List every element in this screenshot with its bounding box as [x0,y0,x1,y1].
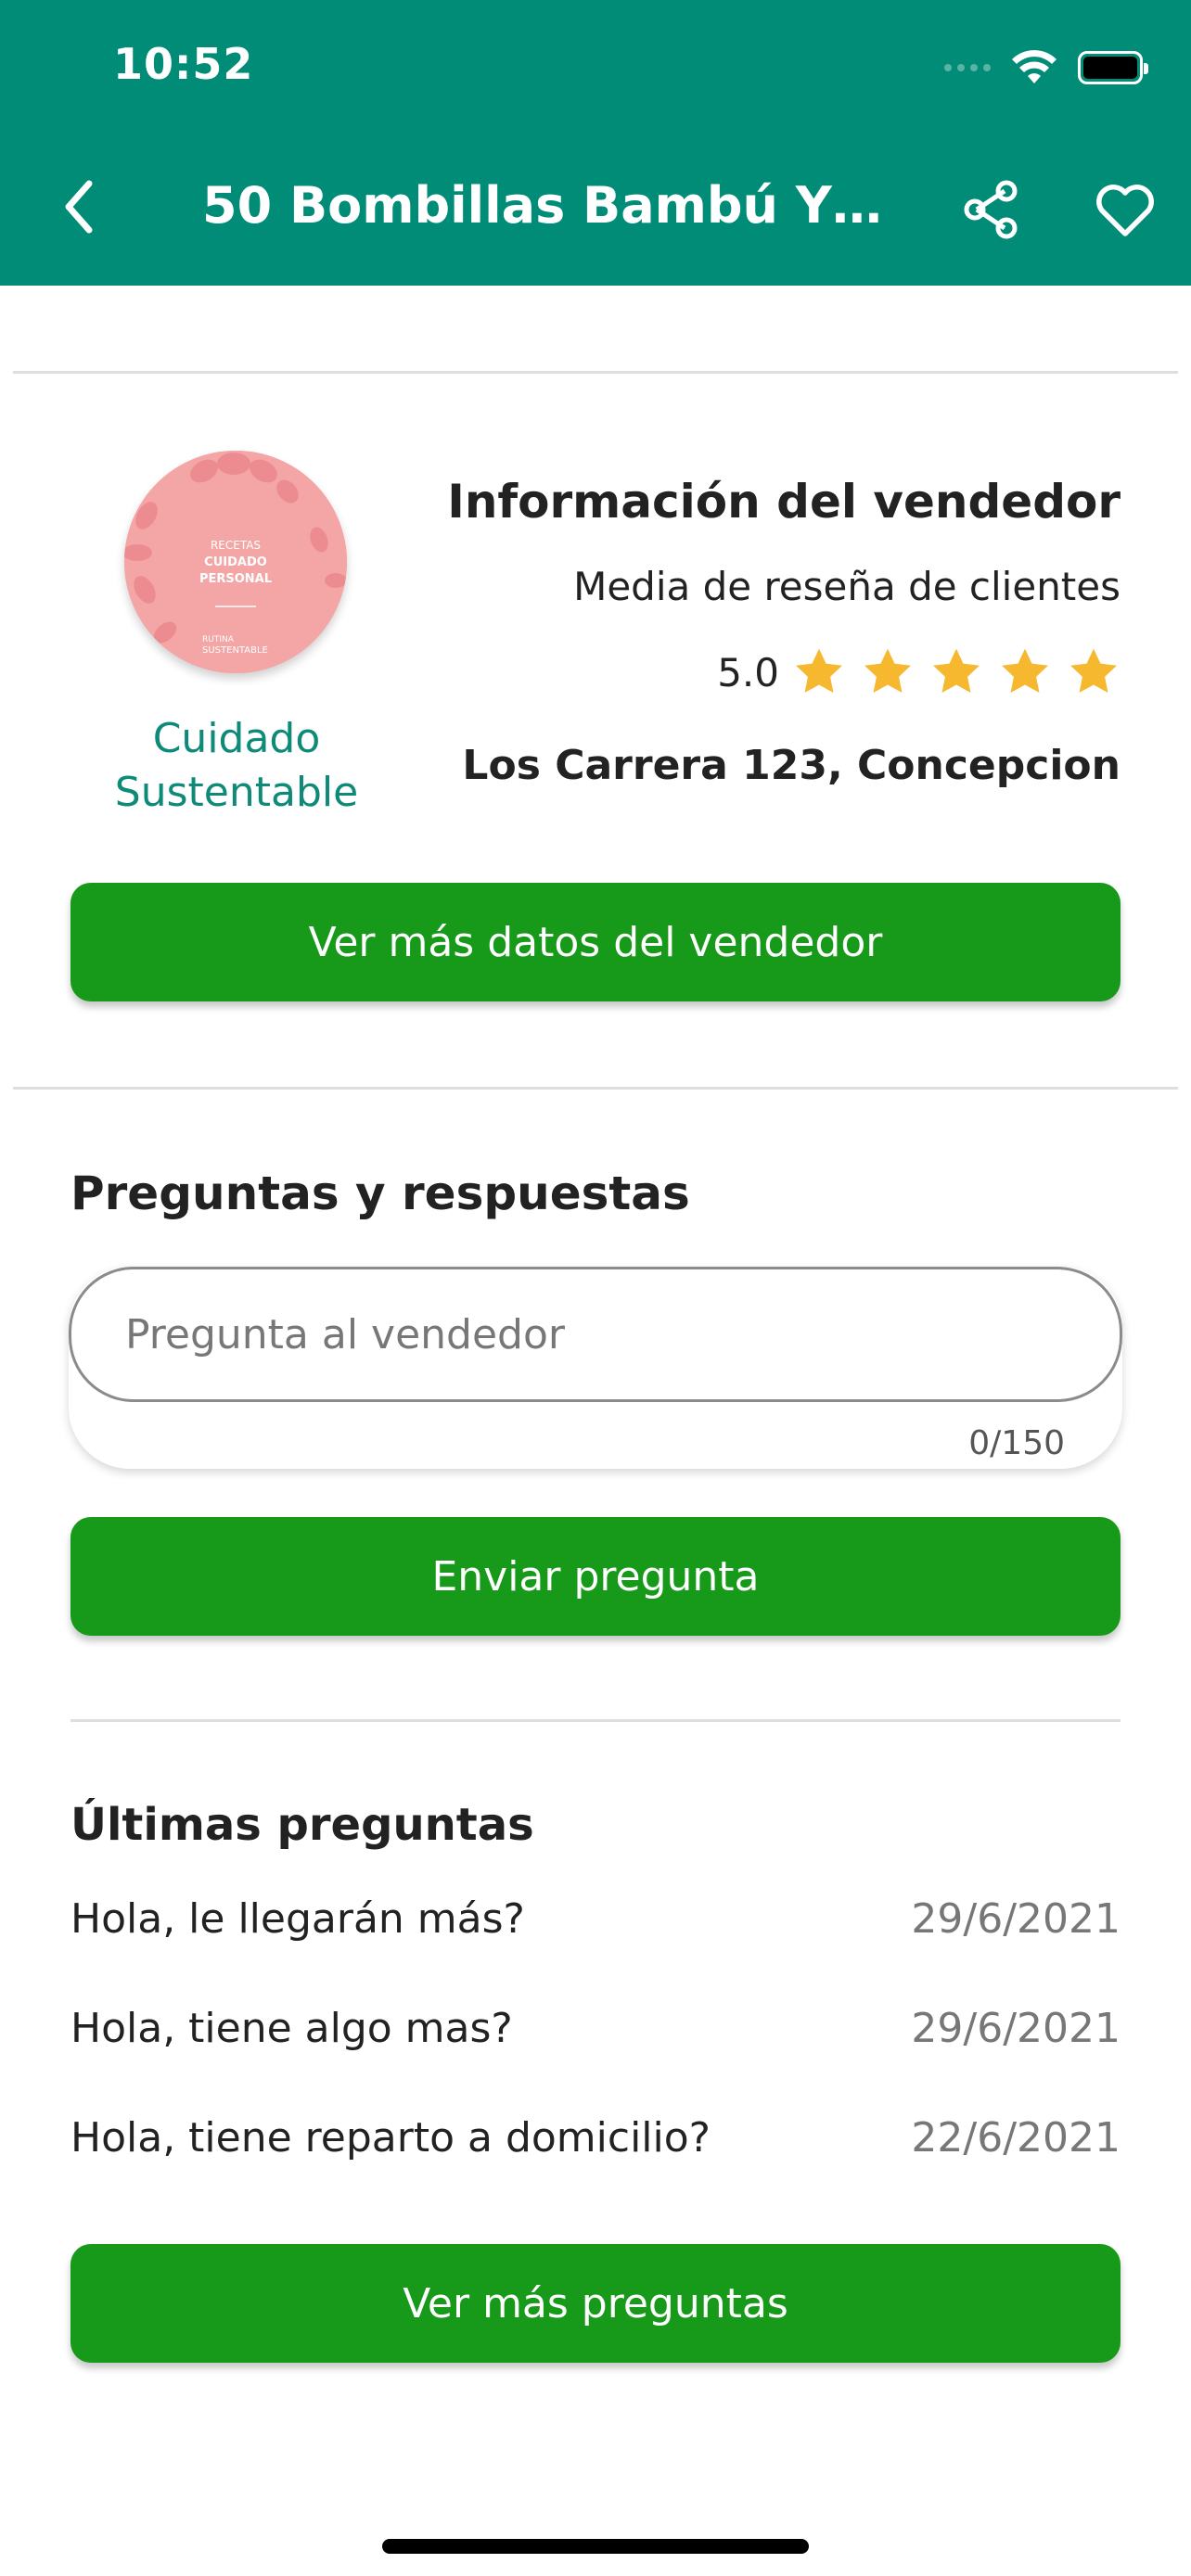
question-date: 29/6/2021 [911,2005,1121,2052]
back-button[interactable] [50,172,106,242]
seller-logo[interactable]: RECETAS CUIDADO PERSONAL RUTINA SUSTENTA… [124,451,347,673]
star-icon [1002,648,1048,693]
star-icon [864,648,911,693]
star-rating [792,645,1121,699]
app-bar: 10:52 50 Bombillas Bambú Y 5... [0,0,1191,286]
chevron-left-icon [65,180,93,234]
status-icons [944,45,1148,91]
divider [13,371,1178,374]
question-text: Hola, le llegarán más? [70,1895,525,1943]
rating-value: 5.0 [717,649,779,695]
question-date: 22/6/2021 [911,2114,1121,2162]
question-row[interactable]: Hola, tiene algo mas? 29/6/2021 [70,2005,1121,2052]
star-icon [1070,648,1117,693]
battery-icon [1078,51,1148,84]
question-row[interactable]: Hola, le llegarán más? 29/6/2021 [70,1895,1121,1943]
question-form: 0/150 [69,1267,1122,1469]
seller-name[interactable]: Cuidado Sustentable [65,712,408,820]
divider [70,1719,1121,1722]
question-input[interactable] [69,1267,1122,1402]
status-time: 10:52 [113,39,254,89]
rating-label: Media de reseña de clientes [573,564,1121,609]
logo-brand-line2: SUSTENTABLE [202,645,268,656]
character-counter: 0/150 [968,1424,1065,1462]
more-seller-info-button[interactable]: Ver más datos del vendedor [70,883,1121,1001]
seller-address: Los Carrera 123, Concepcion [462,742,1121,789]
logo-text-line1: RECETAS [211,539,261,552]
share-button[interactable] [959,174,1024,245]
favorite-button[interactable] [1091,174,1159,245]
share-icon [964,180,1018,239]
logo-text-line2: CUIDADO [204,555,267,569]
send-question-button[interactable]: Enviar pregunta [70,1517,1121,1636]
question-date: 29/6/2021 [911,1895,1121,1943]
more-questions-button[interactable]: Ver más preguntas [70,2244,1121,2363]
qa-title: Preguntas y respuestas [70,1167,690,1220]
logo-text-line3: PERSONAL [199,572,272,586]
logo-brand-line1: RUTINA [202,635,235,644]
star-icon [933,648,980,693]
star-icon [796,648,842,693]
page-title: 50 Bombillas Bambú Y 5... [202,176,889,235]
seller-logo-image: RECETAS CUIDADO PERSONAL RUTINA SUSTENTA… [124,451,347,673]
wifi-icon [1012,50,1057,83]
home-indicator[interactable] [382,2539,809,2554]
cellular-signal-icon [944,64,991,71]
question-row[interactable]: Hola, tiene reparto a domicilio? 22/6/20… [70,2114,1121,2162]
heart-icon [1096,185,1154,236]
rating-row: 5.0 [717,645,1121,699]
seller-info-heading: Información del vendedor [447,475,1121,529]
question-text: Hola, tiene reparto a domicilio? [70,2114,711,2162]
latest-questions-title: Últimas preguntas [70,1799,534,1851]
divider [13,1087,1178,1090]
question-text: Hola, tiene algo mas? [70,2005,513,2052]
